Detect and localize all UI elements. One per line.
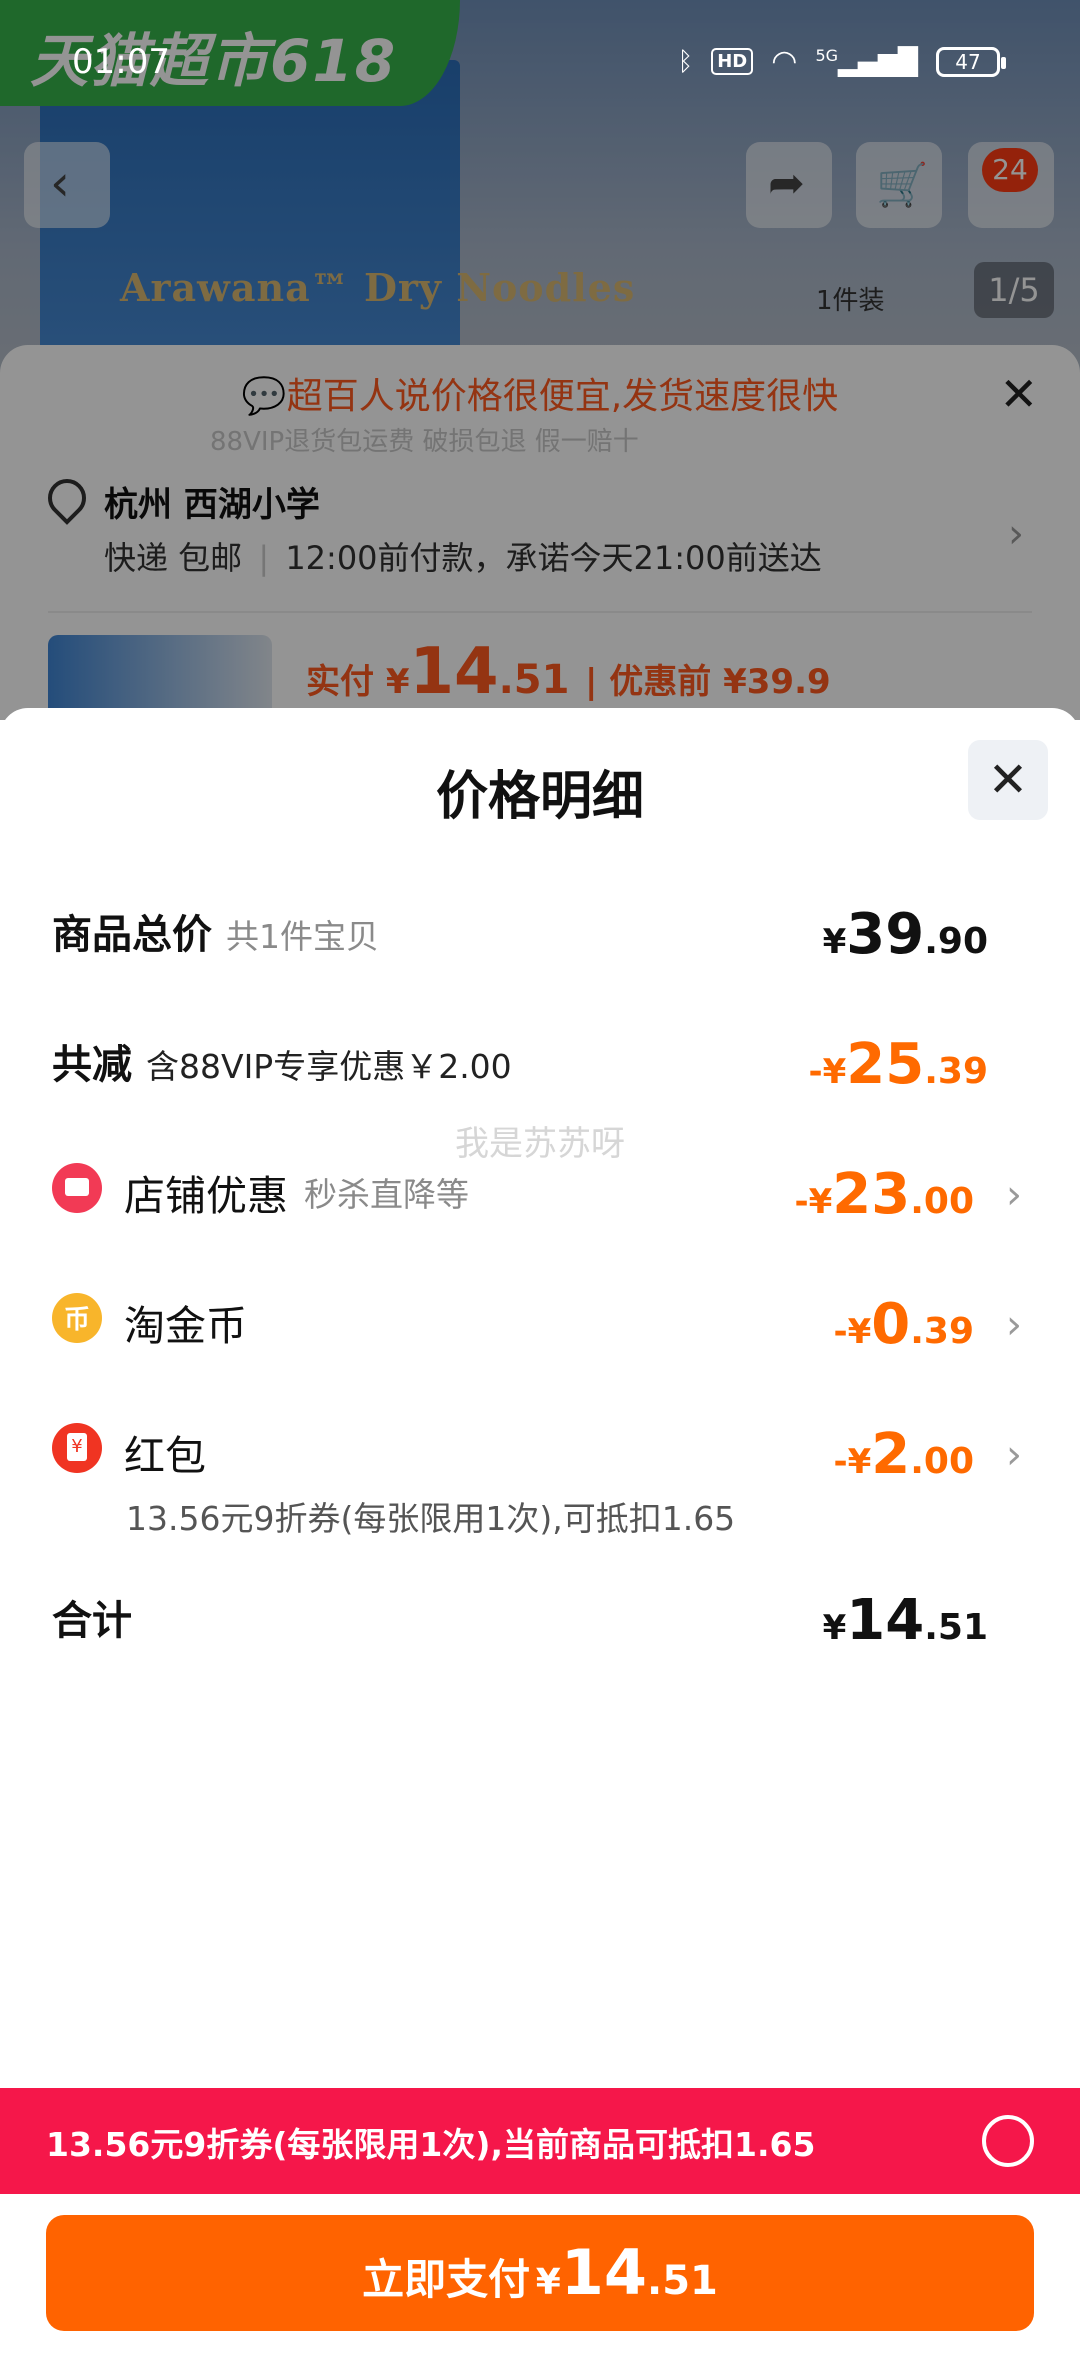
red-packet-detail: 13.56元9折券(每张限用1次),可抵扣1.65 <box>126 1499 736 1538</box>
total-discount-row: 共减 含88VIP专享优惠￥2.00 -¥25.39 <box>52 1032 1028 1097</box>
total-goods-row: 商品总价 共1件宝贝 ¥39.90 <box>52 902 1028 967</box>
status-time: 01:07 <box>72 42 170 82</box>
shop-discount-row[interactable]: 店铺优惠 秒杀直降等 -¥23.00 › <box>52 1162 1028 1227</box>
red-packet-icon <box>52 1423 102 1473</box>
red-packet-row[interactable]: 红包 -¥2.00 › 13.56元9折券(每张限用1次),可抵扣1.65 <box>52 1422 1028 1542</box>
taojinbi-row[interactable]: 淘金币 -¥0.39 › <box>52 1292 1028 1357</box>
status-bar: 01:07 ᛒ HD ◠ 5G▂▄▆█ 47 <box>0 0 1080 120</box>
taojinbi-amount: -¥0.39 <box>833 1292 974 1357</box>
taojinbi-label: 淘金币 <box>124 1302 247 1350</box>
total-discount-amount: -¥25.39 <box>808 1032 989 1097</box>
close-icon: ✕ <box>987 752 1029 808</box>
wifi-icon: ◠ <box>771 44 798 79</box>
total-discount-label: 共减 <box>52 1042 132 1088</box>
red-packet-amount: -¥2.00 <box>833 1422 974 1487</box>
watermark: 我是苏苏呀 <box>455 1124 625 1164</box>
signal-icon: 5G▂▄▆█ <box>815 45 918 78</box>
coupon-radio[interactable] <box>982 2115 1034 2167</box>
shop-discount-amount: -¥23.00 <box>794 1162 975 1227</box>
bluetooth-icon: ᛒ <box>677 46 694 77</box>
shop-discount-label: 店铺优惠 <box>124 1172 288 1220</box>
red-packet-label: 红包 <box>124 1432 206 1480</box>
grand-total-label: 合计 <box>52 1598 132 1644</box>
grand-total-row: 合计 ¥14.51 <box>52 1588 1028 1653</box>
pay-now-label: 立即支付 <box>362 2255 531 2304</box>
status-icons: ᛒ HD ◠ 5G▂▄▆█ 47 <box>677 44 1006 79</box>
close-button[interactable]: ✕ <box>968 740 1048 820</box>
sheet-title: 价格明细 <box>435 767 644 827</box>
total-goods-amount: ¥39.90 <box>822 902 988 967</box>
coupon-text: 13.56元9折券(每张限用1次),当前商品可抵扣1.65 <box>46 2125 816 2164</box>
shop-discount-sub: 秒杀直降等 <box>304 1175 469 1214</box>
shop-icon <box>52 1163 102 1213</box>
total-goods-label: 商品总价 <box>52 912 212 958</box>
battery-icon: 47 <box>936 46 1006 77</box>
hd-icon: HD <box>711 48 754 75</box>
total-goods-count: 共1件宝贝 <box>226 917 379 956</box>
pay-now-button[interactable]: 立即支付 ¥14.51 <box>46 2215 1034 2331</box>
chevron-right-icon: › <box>1006 1432 1022 1478</box>
coin-icon <box>52 1293 102 1343</box>
chevron-right-icon: › <box>1006 1302 1022 1348</box>
coupon-bar[interactable]: 13.56元9折券(每张限用1次),当前商品可抵扣1.65 <box>0 2088 1080 2194</box>
grand-total-amount: ¥14.51 <box>822 1588 988 1653</box>
chevron-right-icon: › <box>1006 1172 1022 1218</box>
vip-discount-note: 含88VIP专享优惠￥2.00 <box>146 1047 512 1086</box>
